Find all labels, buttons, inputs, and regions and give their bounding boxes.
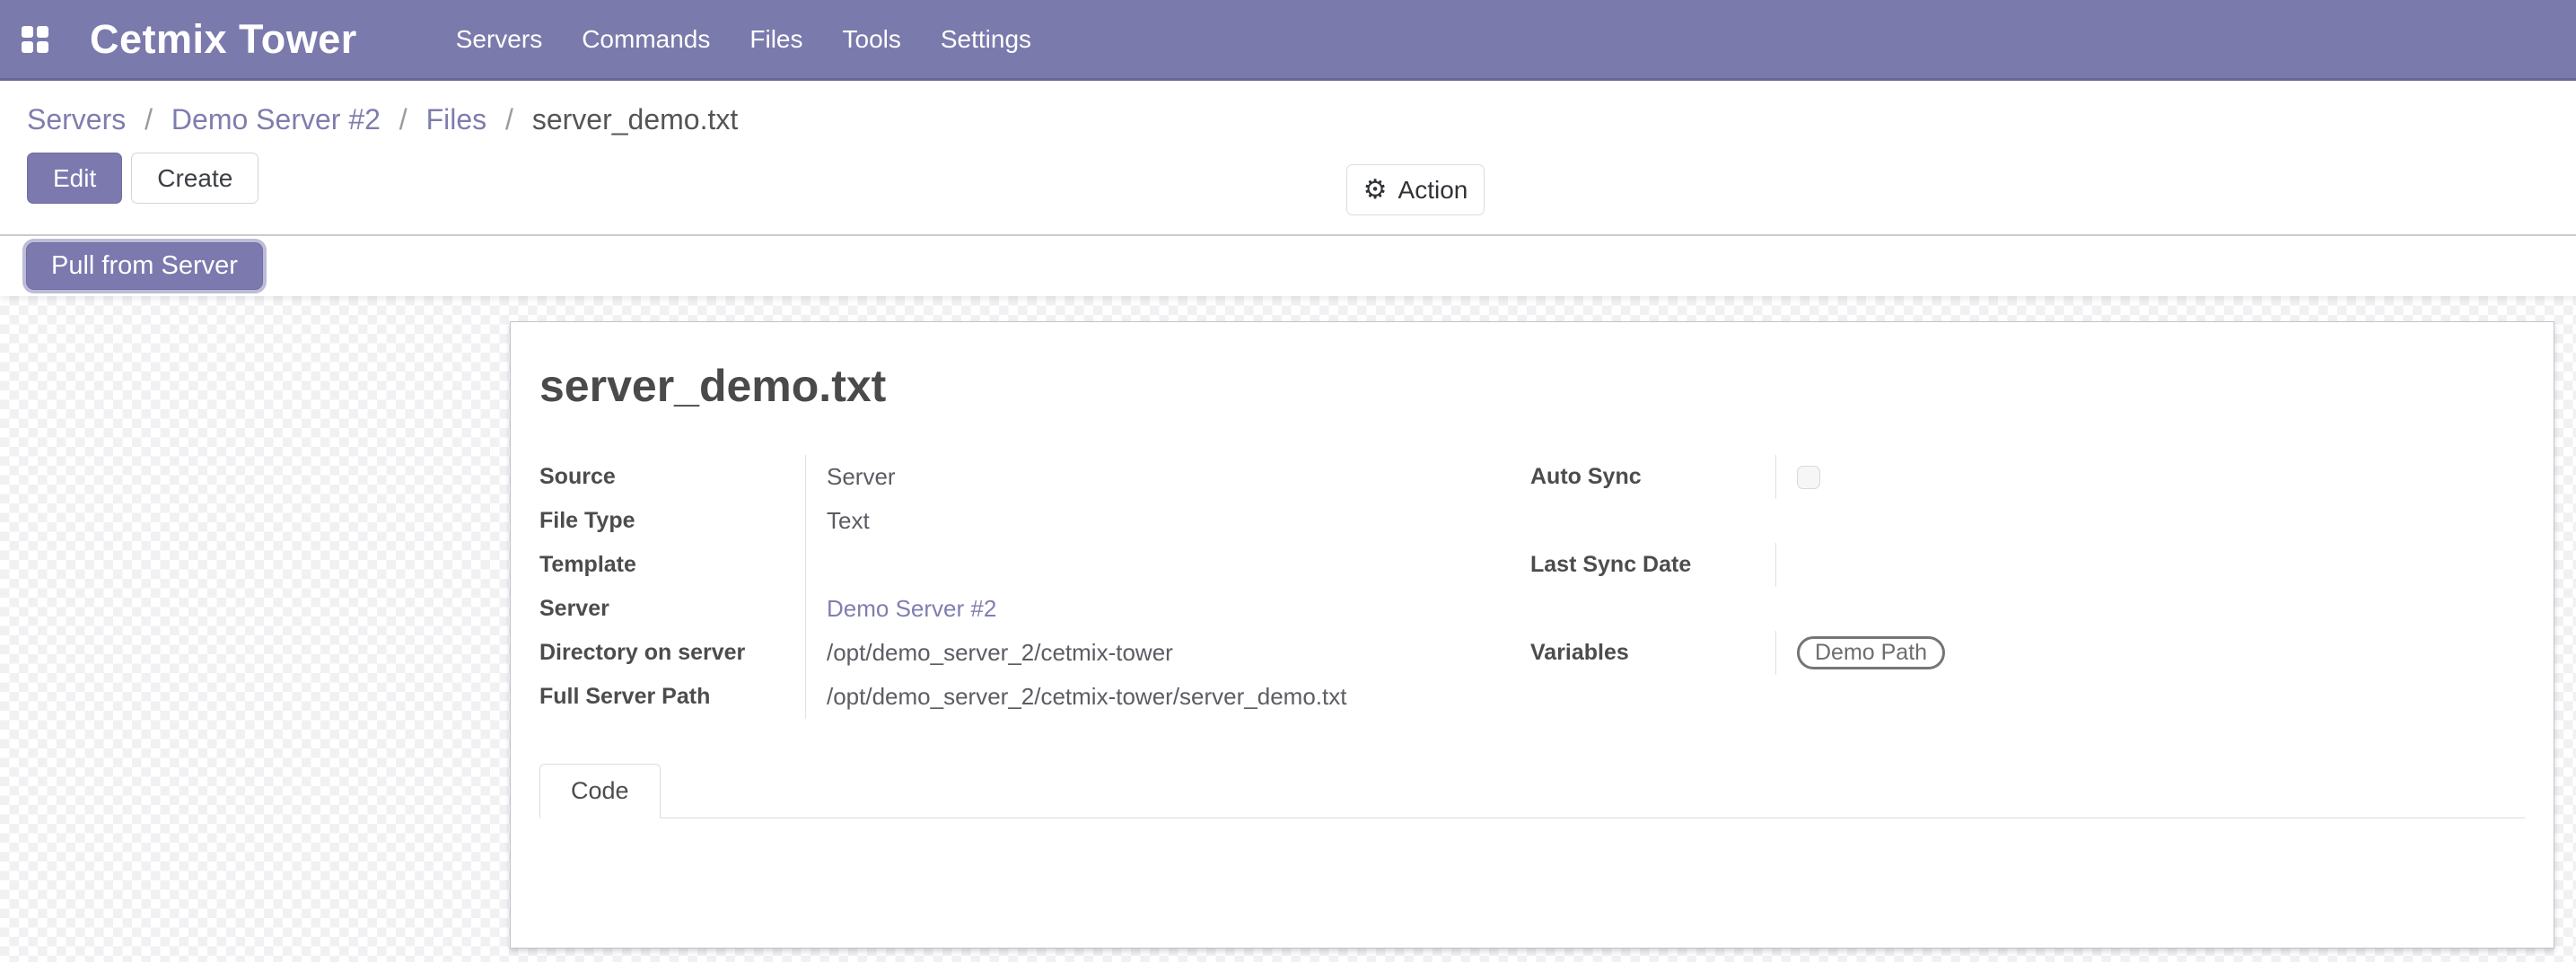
form-view-background: server_demo.txt Source Server File Type … [0, 296, 2576, 962]
breadcrumb-current-file: server_demo.txt [532, 103, 738, 136]
button-row: Edit Create [27, 153, 2549, 204]
field-label-file-type: File Type [539, 499, 805, 543]
field-value-last-sync-date [1775, 543, 2525, 587]
menu-item-servers[interactable]: Servers [436, 0, 562, 80]
tab-header: Code [539, 764, 2525, 818]
menu-item-files[interactable]: Files [730, 0, 822, 80]
app-brand-title: Cetmix Tower [90, 16, 357, 63]
pull-from-server-button[interactable]: Pull from Server [26, 242, 263, 290]
main-menu: Servers Commands Files Tools Settings [436, 0, 1051, 80]
field-group-right: Auto Sync Last Sync Date Variables Demo … [1530, 455, 2525, 719]
create-button[interactable]: Create [131, 153, 258, 204]
form-statusbar: Pull from Server [0, 236, 2576, 296]
field-label-template: Template [539, 543, 805, 587]
breadcrumb-demo-server[interactable]: Demo Server #2 [171, 103, 381, 136]
menu-item-commands[interactable]: Commands [562, 0, 730, 80]
auto-sync-checkbox[interactable] [1797, 466, 1820, 489]
gear-icon: ⚙ [1363, 174, 1388, 206]
field-label-source: Source [539, 455, 805, 499]
edit-button[interactable]: Edit [27, 153, 122, 204]
field-label-variables: Variables [1530, 631, 1775, 675]
form-sheet: server_demo.txt Source Server File Type … [510, 321, 2554, 949]
field-value-server-link[interactable]: Demo Server #2 [805, 587, 1530, 631]
breadcrumb-separator: / [145, 103, 153, 136]
field-value-full-path: /opt/demo_server_2/cetmix-tower/server_d… [805, 675, 1530, 719]
top-navbar: Cetmix Tower Servers Commands Files Tool… [0, 0, 2576, 81]
field-value-file-type: Text [805, 499, 1530, 543]
field-label-auto-sync: Auto Sync [1530, 455, 1775, 499]
field-label-last-sync-date: Last Sync Date [1530, 543, 1775, 587]
breadcrumb-servers[interactable]: Servers [27, 103, 126, 136]
field-groups: Source Server File Type Text Template Se… [539, 455, 2525, 719]
record-title: server_demo.txt [539, 360, 2525, 412]
field-value-auto-sync [1775, 455, 2525, 499]
breadcrumb-files[interactable]: Files [426, 103, 487, 136]
field-value-directory: /opt/demo_server_2/cetmix-tower [805, 631, 1530, 675]
field-value-variables: Demo Path [1775, 631, 2525, 675]
tab-code[interactable]: Code [539, 764, 661, 818]
menu-item-tools[interactable]: Tools [823, 0, 921, 80]
tab-code-content [539, 818, 2525, 917]
field-value-source: Server [805, 455, 1530, 499]
apps-grid-icon[interactable] [22, 26, 48, 53]
breadcrumb: Servers / Demo Server #2 / Files / serve… [27, 81, 2549, 136]
action-button[interactable]: ⚙ Action [1346, 164, 1485, 215]
action-button-label: Action [1398, 176, 1468, 205]
field-group-left: Source Server File Type Text Template Se… [539, 455, 1530, 719]
breadcrumb-separator: / [505, 103, 513, 136]
variable-tag-demo-path[interactable]: Demo Path [1797, 636, 1945, 669]
breadcrumb-separator: / [399, 103, 407, 136]
field-label-server: Server [539, 587, 805, 631]
notebook: Code [539, 764, 2525, 917]
menu-item-settings[interactable]: Settings [921, 0, 1051, 80]
control-panel: Servers / Demo Server #2 / Files / serve… [0, 81, 2576, 236]
field-value-template [805, 543, 1530, 587]
field-label-full-path: Full Server Path [539, 675, 805, 719]
field-label-directory: Directory on server [539, 631, 805, 675]
